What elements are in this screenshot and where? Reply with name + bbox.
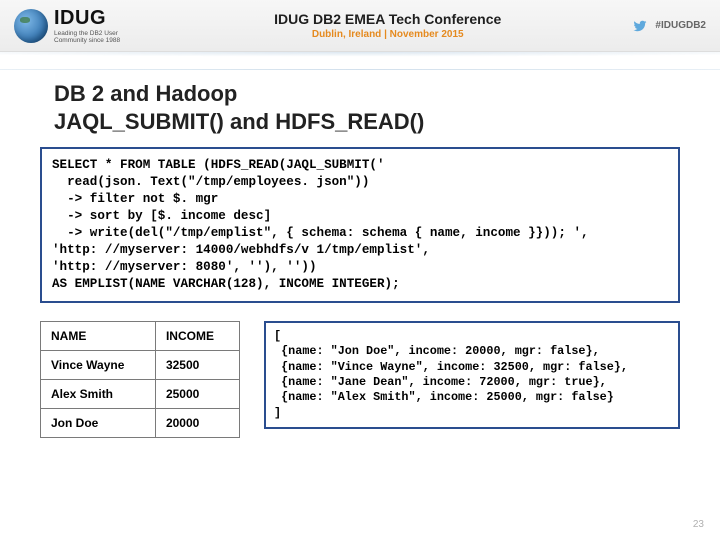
logo: IDUG Leading the DB2 User Community sinc… <box>14 7 144 44</box>
header-bar: IDUG Leading the DB2 User Community sinc… <box>0 0 720 52</box>
header-right: #IDUGDB2 <box>631 19 706 33</box>
logo-subtitle: Leading the DB2 User Community since 198… <box>54 30 144 44</box>
slide: IDUG Leading the DB2 User Community sinc… <box>0 0 720 540</box>
table-row: Vince Wayne 32500 <box>41 351 240 380</box>
cell-income: 20000 <box>155 409 239 438</box>
logo-text: IDUG <box>54 7 144 30</box>
cell-name: Alex Smith <box>41 380 156 409</box>
sql-code-box: SELECT * FROM TABLE (HDFS_READ(JAQL_SUBM… <box>40 147 680 303</box>
col-name: NAME <box>41 322 156 351</box>
json-output-box: [ {name: "Jon Doe", income: 20000, mgr: … <box>264 321 680 429</box>
hashtag: #IDUGDB2 <box>655 20 706 31</box>
table-row: Alex Smith 25000 <box>41 380 240 409</box>
table-header-row: NAME INCOME <box>41 322 240 351</box>
conference-subtitle: Dublin, Ireland | November 2015 <box>144 29 631 40</box>
cell-income: 25000 <box>155 380 239 409</box>
table-row: Jon Doe 20000 <box>41 409 240 438</box>
col-income: INCOME <box>155 322 239 351</box>
title-line-2: JAQL_SUBMIT() and HDFS_READ() <box>54 108 666 136</box>
cell-name: Jon Doe <box>41 409 156 438</box>
wave-divider <box>0 52 720 70</box>
logo-text-block: IDUG Leading the DB2 User Community sinc… <box>54 7 144 44</box>
page-number: 23 <box>693 519 704 530</box>
globe-icon <box>14 9 48 43</box>
title-line-1: DB 2 and Hadoop <box>54 80 666 108</box>
result-table: NAME INCOME Vince Wayne 32500 Alex Smith… <box>40 321 240 438</box>
title-block: DB 2 and Hadoop JAQL_SUBMIT() and HDFS_R… <box>0 70 720 147</box>
lower-row: NAME INCOME Vince Wayne 32500 Alex Smith… <box>0 303 720 438</box>
cell-income: 32500 <box>155 351 239 380</box>
conference-title: IDUG DB2 EMEA Tech Conference <box>144 11 631 27</box>
cell-name: Vince Wayne <box>41 351 156 380</box>
twitter-icon <box>631 19 649 33</box>
header-center: IDUG DB2 EMEA Tech Conference Dublin, Ir… <box>144 11 631 40</box>
